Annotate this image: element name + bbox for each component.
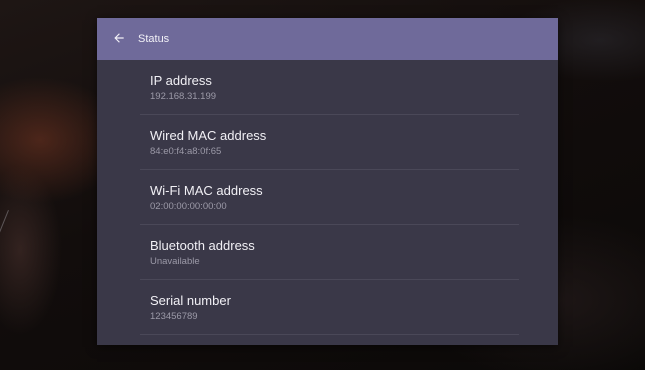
item-value: 192.168.31.199 bbox=[150, 91, 217, 102]
arrow-back-icon bbox=[112, 30, 126, 49]
list-item-bluetooth-address[interactable]: Bluetooth address Unavailable bbox=[140, 225, 519, 280]
item-value: 84:e0:f4:a8:0f:65 bbox=[150, 146, 222, 157]
list-item-serial-number[interactable]: Serial number 123456789 bbox=[140, 280, 519, 335]
page-title: Status bbox=[138, 33, 170, 45]
item-label: Wired MAC address bbox=[150, 128, 267, 143]
item-label: IP address bbox=[150, 73, 212, 88]
item-label: Wi-Fi MAC address bbox=[150, 183, 263, 198]
item-value: Unavailable bbox=[150, 256, 200, 267]
list-item-wifi-mac-address[interactable]: Wi-Fi MAC address 02:00:00:00:00:00 bbox=[140, 170, 519, 225]
list-item-ip-address[interactable]: IP address 192.168.31.199 bbox=[140, 60, 519, 115]
status-panel: Status IP address 192.168.31.199 Wired M… bbox=[97, 18, 558, 345]
status-list: IP address 192.168.31.199 Wired MAC addr… bbox=[140, 60, 519, 335]
app-bar: Status bbox=[97, 18, 558, 60]
item-label: Serial number bbox=[150, 293, 231, 308]
list-item-wired-mac-address[interactable]: Wired MAC address 84:e0:f4:a8:0f:65 bbox=[140, 115, 519, 170]
wallpaper-streak bbox=[0, 210, 9, 359]
item-value: 123456789 bbox=[150, 311, 198, 322]
item-label: Bluetooth address bbox=[150, 238, 255, 253]
item-value: 02:00:00:00:00:00 bbox=[150, 201, 227, 212]
back-button[interactable] bbox=[109, 29, 129, 49]
